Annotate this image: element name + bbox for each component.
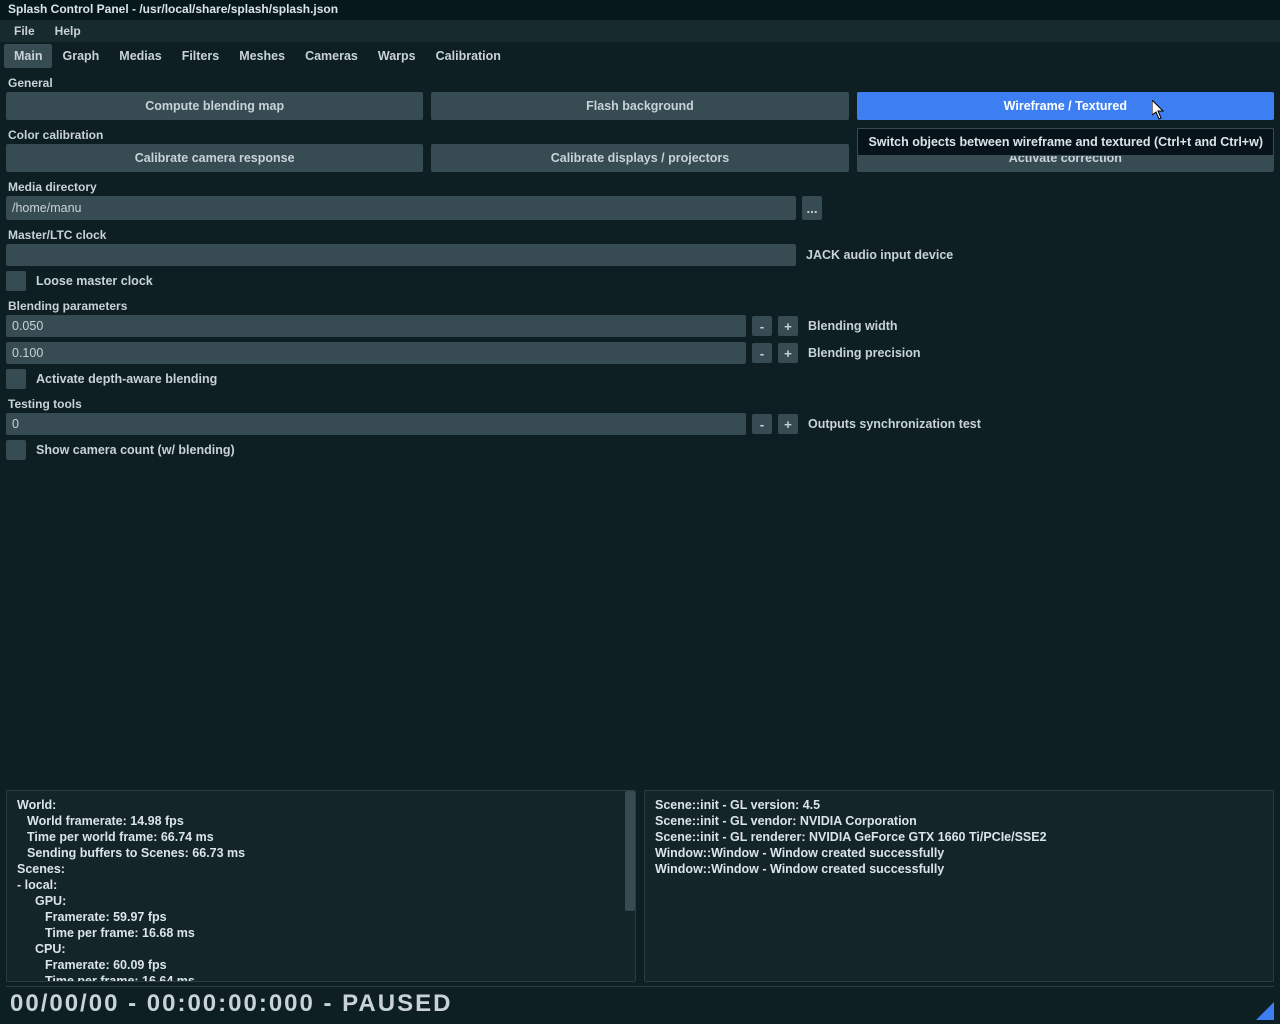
menu-bar: File Help	[0, 20, 1280, 42]
log-line: Window::Window - Window created successf…	[655, 861, 1263, 877]
loose-master-clock-checkbox[interactable]	[6, 271, 26, 291]
blending-width-minus[interactable]: -	[752, 316, 772, 336]
log-line: Window::Window - Window created successf…	[655, 845, 1263, 861]
log-line: Scene::init - GL renderer: NVIDIA GeForc…	[655, 829, 1263, 845]
calibrate-displays-button[interactable]: Calibrate displays / projectors	[431, 144, 848, 172]
status-line: Time per frame: 16.64 ms	[17, 973, 625, 982]
media-directory-input[interactable]	[6, 196, 796, 220]
sync-test-label: Outputs synchronization test	[804, 417, 981, 431]
sync-test-plus[interactable]: +	[778, 414, 798, 434]
testing-tools-label: Testing tools	[6, 393, 1274, 413]
log-line: Scene::init - GL vendor: NVIDIA Corporat…	[655, 813, 1263, 829]
show-camera-count-label: Show camera count (w/ blending)	[36, 443, 235, 457]
sync-test-minus[interactable]: -	[752, 414, 772, 434]
status-line: Sending buffers to Scenes: 66.73 ms	[17, 845, 625, 861]
main-content: General Compute blending map Flash backg…	[0, 66, 1280, 460]
flash-background-button[interactable]: Flash background	[431, 92, 848, 120]
blending-width-plus[interactable]: +	[778, 316, 798, 336]
compute-blending-button[interactable]: Compute blending map	[6, 92, 423, 120]
depth-aware-blending-label: Activate depth-aware blending	[36, 372, 217, 386]
tab-cameras[interactable]: Cameras	[295, 44, 368, 68]
tab-warps[interactable]: Warps	[368, 44, 426, 68]
menu-file[interactable]: File	[4, 21, 45, 41]
jack-input[interactable]	[6, 244, 796, 266]
media-directory-label: Media directory	[6, 176, 1274, 196]
status-line: GPU:	[17, 893, 625, 909]
log-line: Scene::init - GL version: 4.5	[655, 797, 1263, 813]
blending-parameters-label: Blending parameters	[6, 295, 1274, 315]
tooltip: Switch objects between wireframe and tex…	[857, 128, 1274, 156]
loose-master-clock-label: Loose master clock	[36, 274, 153, 288]
tab-graph[interactable]: Graph	[52, 44, 109, 68]
tab-medias[interactable]: Medias	[109, 44, 171, 68]
tab-main[interactable]: Main	[4, 44, 52, 68]
show-camera-count-checkbox[interactable]	[6, 440, 26, 460]
status-line: Time per frame: 16.68 ms	[17, 925, 625, 941]
blending-precision-input[interactable]	[6, 342, 746, 364]
jack-input-label: JACK audio input device	[806, 248, 953, 262]
tab-bar: Main Graph Medias Filters Meshes Cameras…	[0, 42, 1280, 66]
status-line: CPU:	[17, 941, 625, 957]
resize-grip-icon[interactable]	[1256, 1002, 1274, 1020]
blending-precision-label: Blending precision	[804, 346, 921, 360]
blending-precision-minus[interactable]: -	[752, 343, 772, 363]
scrollbar[interactable]	[625, 791, 635, 911]
status-line: World:	[17, 797, 625, 813]
status-line: Scenes:	[17, 861, 625, 877]
general-label: General	[6, 72, 1274, 92]
status-line: - local:	[17, 877, 625, 893]
master-ltc-clock-label: Master/LTC clock	[6, 224, 1274, 244]
blending-width-label: Blending width	[804, 319, 898, 333]
status-line: Time per world frame: 66.74 ms	[17, 829, 625, 845]
status-line: Framerate: 60.09 fps	[17, 957, 625, 973]
sync-test-input[interactable]	[6, 413, 746, 435]
title-bar: Splash Control Panel - /usr/local/share/…	[0, 0, 1280, 20]
calibrate-camera-button[interactable]: Calibrate camera response	[6, 144, 423, 172]
status-panel-right: Scene::init - GL version: 4.5Scene::init…	[644, 790, 1274, 982]
status-line: World framerate: 14.98 fps	[17, 813, 625, 829]
clock-text: 00/00/00 - 00:00:00:000 - PAUSED	[10, 990, 452, 1018]
status-line: Framerate: 59.97 fps	[17, 909, 625, 925]
blending-precision-plus[interactable]: +	[778, 343, 798, 363]
depth-aware-blending-checkbox[interactable]	[6, 369, 26, 389]
tab-filters[interactable]: Filters	[172, 44, 230, 68]
tab-meshes[interactable]: Meshes	[229, 44, 295, 68]
blending-width-input[interactable]	[6, 315, 746, 337]
clock-bar: 00/00/00 - 00:00:00:000 - PAUSED	[6, 986, 1274, 1020]
status-panel-left: World:World framerate: 14.98 fpsTime per…	[6, 790, 636, 982]
wireframe-textured-button[interactable]: Wireframe / Textured	[857, 92, 1274, 120]
browse-button[interactable]: ...	[802, 196, 822, 220]
tab-calibration[interactable]: Calibration	[426, 44, 511, 68]
menu-help[interactable]: Help	[45, 21, 91, 41]
